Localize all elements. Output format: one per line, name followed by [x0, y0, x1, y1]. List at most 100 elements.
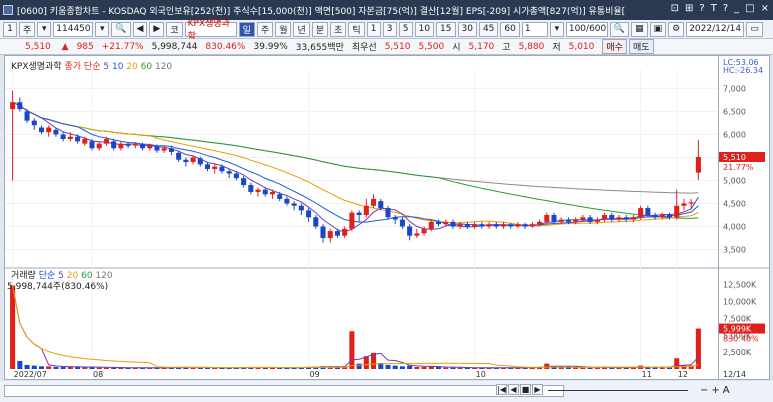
- quote-bar: 5,510 ▲ 985 +21.77% 5,998,744 830.46% 39…: [0, 39, 773, 55]
- market-type-select[interactable]: 주: [19, 21, 36, 37]
- minimize-button[interactable]: _: [734, 3, 739, 14]
- prev-stock-button[interactable]: ◀: [132, 21, 148, 37]
- tab-weekly[interactable]: 주: [256, 21, 274, 37]
- market-badge[interactable]: 코: [166, 21, 183, 37]
- stock-code-input[interactable]: 114450: [53, 21, 94, 37]
- zoom-slider[interactable]: [548, 390, 688, 391]
- volume-bar: [414, 366, 420, 369]
- timeline-track[interactable]: [4, 385, 564, 397]
- zoom-plus-button[interactable]: +: [711, 385, 719, 396]
- candle-body: [623, 217, 629, 220]
- candle-body: [695, 156, 701, 173]
- candle-body: [500, 224, 507, 227]
- tab-yearly[interactable]: 년: [293, 21, 310, 37]
- tab-minute[interactable]: 분: [311, 21, 329, 37]
- interval-1[interactable]: 1: [366, 21, 381, 37]
- candle-body: [537, 221, 543, 225]
- price-change: 985: [76, 41, 94, 52]
- help-icon[interactable]: ?: [699, 3, 704, 14]
- candle-body: [190, 157, 196, 163]
- market-dropdown-button[interactable]: ▾: [37, 21, 52, 37]
- candle-body: [428, 221, 434, 229]
- volume-tick-label: 2,500K: [723, 348, 752, 357]
- volume-bar: [60, 366, 66, 369]
- tab-second[interactable]: 초: [330, 21, 347, 37]
- candle-body: [666, 214, 673, 218]
- legend-ma20: 20: [126, 62, 138, 72]
- ma5-line: [12, 101, 699, 233]
- candle-body: [161, 148, 167, 151]
- interval-60[interactable]: 60: [500, 21, 520, 37]
- zoom-minus-button[interactable]: −: [700, 385, 708, 396]
- candle-body: [204, 164, 211, 169]
- price-volume-chart[interactable]: 2022/07 08 09 10 11 12: [5, 56, 718, 379]
- scroll-first-button[interactable]: |◀: [496, 384, 507, 395]
- hc-label: HC:-26.34: [723, 66, 763, 75]
- candle-body: [544, 214, 550, 222]
- price-tick-label: 3,500: [723, 245, 746, 254]
- volume-bar: [96, 367, 102, 369]
- sell-button[interactable]: 매도: [628, 39, 654, 54]
- candle-body: [688, 202, 694, 204]
- screen-number-button[interactable]: 1: [3, 21, 17, 37]
- last-price-tag-label: 5,510: [723, 153, 746, 162]
- ma10-line: [12, 101, 699, 228]
- interval-dropdown-button[interactable]: ▾: [549, 21, 564, 37]
- candle-body: [587, 217, 593, 222]
- price-tick-label: 6,500: [723, 107, 746, 116]
- volume-bar: [594, 367, 600, 369]
- interval-45[interactable]: 45: [478, 21, 499, 37]
- current-price: 5,510 ▲: [25, 41, 69, 52]
- volume-bar: [363, 356, 369, 369]
- tab-daily[interactable]: 일: [238, 21, 255, 37]
- settings-icon[interactable]: ⚙: [668, 21, 685, 37]
- save-icon[interactable]: ▣: [649, 21, 667, 37]
- close-button[interactable]: ×: [761, 3, 769, 14]
- scroll-prev-button[interactable]: ◀: [508, 384, 519, 395]
- tile-icon[interactable]: ⊞: [685, 3, 693, 14]
- interval-30[interactable]: 30: [457, 21, 477, 37]
- interval-15[interactable]: 15: [436, 21, 456, 37]
- date-input[interactable]: 2022/12/14: [686, 21, 745, 37]
- scroll-next-button[interactable]: ▶: [532, 384, 543, 395]
- chart-area[interactable]: 2022/07 08 09 10 11 12 KPX생명과학 종가 단순 5 10 20 …: [4, 55, 719, 380]
- candle-body: [565, 219, 571, 222]
- tab-tick[interactable]: 틱: [348, 21, 365, 37]
- stock-name-field[interactable]: KPX생명과학: [184, 19, 237, 42]
- volume-bar: [67, 366, 73, 369]
- buy-button[interactable]: 매수: [602, 39, 627, 54]
- interval-10[interactable]: 10: [414, 21, 435, 37]
- y-axis-scale: LC:53.06HC:-26.347,0006,5006,0005,5005,0…: [719, 58, 769, 379]
- calendar-icon[interactable]: ▭: [746, 21, 763, 37]
- candle-body: [168, 148, 174, 152]
- layout-icon[interactable]: ⊡: [671, 3, 679, 14]
- candle-body: [67, 136, 73, 140]
- candle-body: [53, 129, 59, 135]
- volume-tick-label: 7,500K: [723, 314, 752, 323]
- interval-5[interactable]: 5: [398, 21, 413, 37]
- grid-icon[interactable]: ▦: [631, 21, 648, 37]
- candle-body: [248, 185, 254, 192]
- zoom-out-icon[interactable]: 🔍: [609, 21, 630, 37]
- search-icon[interactable]: 🔍: [111, 21, 131, 37]
- candle-body: [306, 210, 312, 218]
- volume-bar: [10, 285, 16, 369]
- volume-ma5-line: [12, 285, 699, 369]
- candle-body: [515, 224, 521, 227]
- best-ask: 5,510: [384, 41, 411, 52]
- tab-monthly[interactable]: 월: [275, 21, 292, 37]
- font-size-button[interactable]: A: [723, 385, 730, 396]
- candle-body: [472, 224, 478, 227]
- next-stock-button[interactable]: ▶: [149, 21, 165, 37]
- maximize-button[interactable]: □: [745, 3, 754, 14]
- text-icon[interactable]: T: [711, 3, 717, 14]
- scroll-stop-button[interactable]: ■: [520, 384, 531, 395]
- volume-value: 5,998,744: [151, 41, 198, 52]
- ma60-line: [12, 101, 699, 219]
- interval-3[interactable]: 3: [382, 21, 397, 37]
- interval-input[interactable]: 1: [521, 21, 548, 37]
- info-icon[interactable]: ?: [723, 3, 728, 14]
- page-count-field[interactable]: 100/600: [565, 21, 608, 37]
- stock-search-button[interactable]: ▾: [95, 21, 110, 37]
- candle-body: [385, 208, 391, 218]
